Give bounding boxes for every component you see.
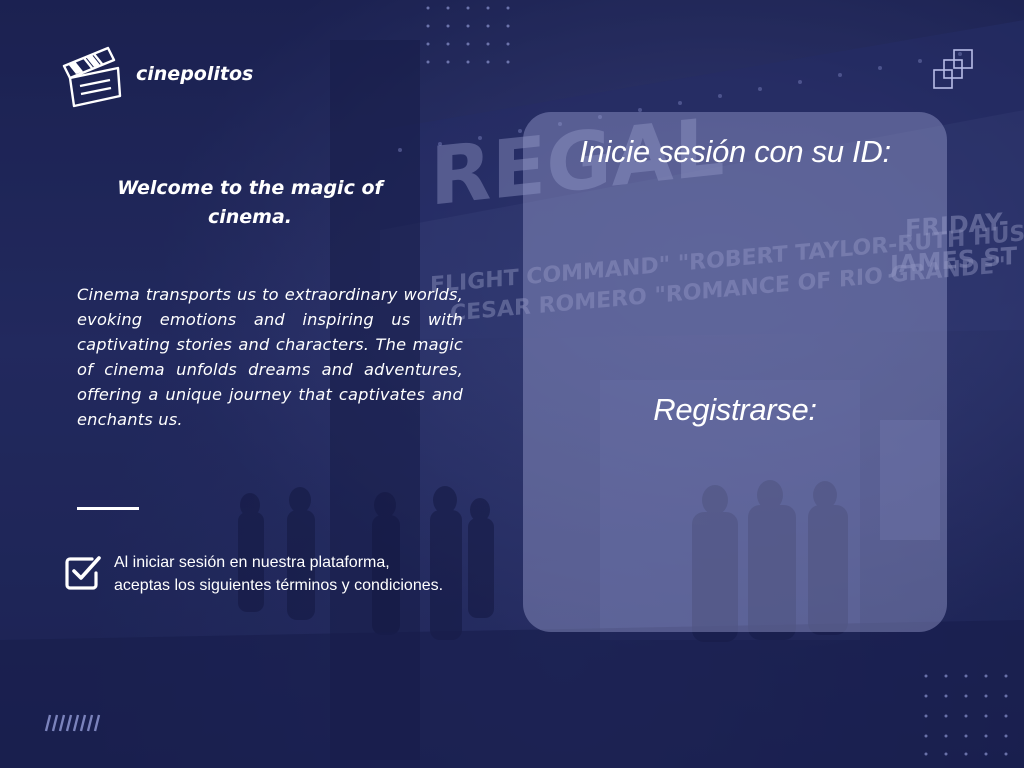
- welcome-heading: Welcome to the magic of cinema.: [117, 177, 383, 228]
- clapperboard-icon: [62, 46, 122, 108]
- cinema-description: Cinema transports us to extraordinary wo…: [77, 285, 463, 429]
- login-title: Inicie sesión con su ID:: [579, 134, 891, 169]
- terms-line-1: Al iniciar sesión en nuestra plataforma,: [114, 554, 390, 571]
- brand: cinepolitos: [60, 40, 253, 108]
- decorative-stripes: [44, 714, 101, 732]
- decorative-dots-bottom: [924, 674, 1008, 756]
- brand-name: cinepolitos: [136, 63, 254, 85]
- terms-checkbox[interactable]: Al iniciar sesión en nuestra plataforma,…: [64, 553, 443, 597]
- register-link[interactable]: Registrarse:: [523, 392, 947, 428]
- divider: [77, 507, 139, 510]
- login-panel: Inicie sesión con su ID: Registrarse:: [523, 112, 947, 632]
- terms-line-2: aceptas los siguientes términos y condic…: [114, 577, 444, 594]
- terms-text: Al iniciar sesión en nuestra plataforma,…: [114, 551, 443, 597]
- decorative-squares-icon: [933, 49, 973, 89]
- checkbox-checked-icon[interactable]: [64, 553, 102, 591]
- decorative-dots-top: [426, 6, 510, 64]
